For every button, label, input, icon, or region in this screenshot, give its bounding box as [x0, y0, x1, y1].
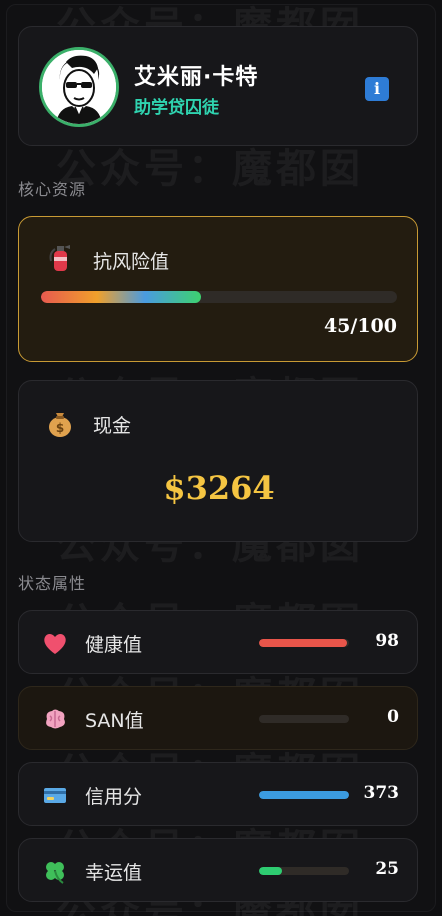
stat-row-san: SAN值 0 — [18, 686, 418, 750]
risk-resistance-card: 抗风险值 45/100 — [18, 216, 418, 362]
character-avatar[interactable] — [39, 47, 119, 127]
stat-bar-fill — [259, 791, 349, 799]
stat-value: 373 — [363, 783, 400, 803]
stat-bar — [259, 715, 349, 723]
stat-row-luck: 幸运值 25 — [18, 838, 418, 902]
cash-value: $3264 — [163, 469, 275, 507]
info-icon-glyph: i — [373, 79, 381, 98]
stat-label: 信用分 — [85, 786, 143, 808]
fire-extinguisher-icon — [49, 245, 70, 271]
stat-row-credit: 信用分 373 — [18, 762, 418, 826]
character-portrait-icon — [42, 50, 116, 124]
stat-value: 0 — [387, 707, 399, 727]
stat-bar — [259, 639, 349, 647]
stat-bar-fill — [259, 867, 282, 875]
section-title-status-attributes: 状态属性 — [18, 574, 87, 593]
brain-icon — [46, 709, 65, 729]
risk-resistance-label: 抗风险值 — [93, 251, 170, 273]
stat-bar — [259, 867, 349, 875]
character-name: 艾米丽·卡特 — [134, 65, 259, 90]
info-icon[interactable]: i — [365, 77, 389, 101]
money-bag-icon: $ — [49, 413, 71, 437]
section-title-core-resources: 核心资源 — [18, 180, 87, 199]
stat-value: 25 — [375, 859, 399, 879]
stat-label: 幸运值 — [85, 862, 143, 884]
stat-row-health: 健康值 98 — [18, 610, 418, 674]
four-leaf-clover-icon — [46, 862, 64, 884]
cash-card: $ 现金 $3264 — [18, 380, 418, 542]
risk-resistance-bar — [41, 291, 397, 303]
risk-resistance-value: 45/100 — [323, 315, 397, 337]
svg-text:$: $ — [56, 421, 64, 435]
stat-label: 健康值 — [85, 634, 143, 656]
stat-value: 98 — [375, 631, 399, 651]
stat-bar — [259, 791, 349, 799]
character-profile-card: 艾米丽·卡特 助学贷囚徒 i — [18, 26, 418, 146]
stat-label: SAN值 — [85, 710, 144, 732]
credit-card-icon — [44, 788, 66, 803]
character-role: 助学贷囚徒 — [134, 98, 219, 118]
heart-icon — [44, 634, 66, 654]
risk-resistance-bar-fill — [41, 291, 202, 303]
cash-label: 现金 — [93, 415, 132, 437]
stat-bar-fill — [259, 639, 348, 647]
